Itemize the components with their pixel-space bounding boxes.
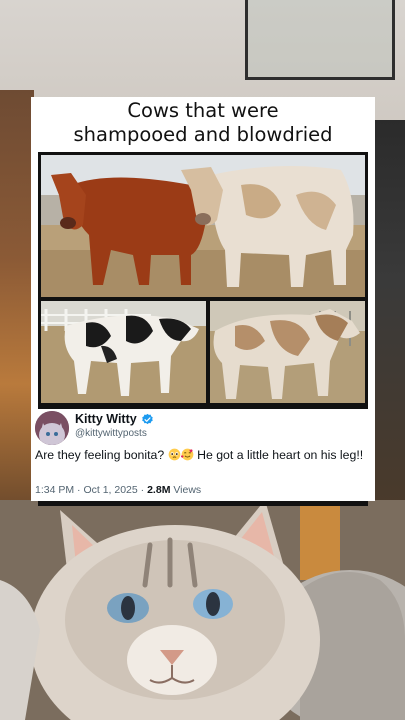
pleading-face-emoji-icon — [168, 448, 180, 461]
post-card: Cows that were shampooed and blowdried K… — [31, 97, 375, 506]
background-left-wall — [0, 90, 34, 510]
tweet-text: Are they feeling bonita? He got a little… — [35, 447, 365, 463]
post-title-line-2: shampooed and blowdried — [73, 123, 333, 146]
meta-separator-2: · — [140, 484, 145, 496]
tweet-date[interactable]: Oct 1, 2025 — [83, 484, 137, 496]
views-count: 2.8M — [147, 484, 171, 496]
tweet-text-part-1: Are they feeling bonita? — [35, 448, 165, 462]
avatar[interactable] — [35, 411, 69, 445]
tweet-text-part-2: He got a little heart on his leg!! — [197, 448, 364, 462]
background-right-wall — [373, 120, 405, 520]
cow-photo-bottom-right — [210, 301, 365, 403]
post-title-line-1: Cows that were — [127, 99, 279, 122]
post-title: Cows that were shampooed and blowdried — [31, 99, 375, 147]
tweet-meta: 1:34 PM · Oct 1, 2025 · 2.8M Views — [35, 484, 201, 496]
views-label: Views — [173, 484, 202, 496]
author-handle[interactable]: @kittywittyposts — [75, 428, 147, 439]
cow-photo-top — [41, 155, 365, 297]
cow-photo-bottom-left — [41, 301, 206, 403]
cat-photo — [0, 500, 405, 720]
meta-separator: · — [77, 484, 81, 496]
author-display-name[interactable]: Kitty Witty — [75, 412, 137, 426]
tweet-time[interactable]: 1:34 PM — [35, 484, 74, 496]
tweet: Kitty Witty @kittywittyposts Are they fe… — [31, 409, 375, 501]
smiling-face-with-hearts-emoji-icon — [180, 448, 193, 461]
author-name-row[interactable]: Kitty Witty — [75, 411, 154, 427]
background-terrarium — [245, 0, 395, 80]
verified-badge-icon — [141, 413, 153, 424]
